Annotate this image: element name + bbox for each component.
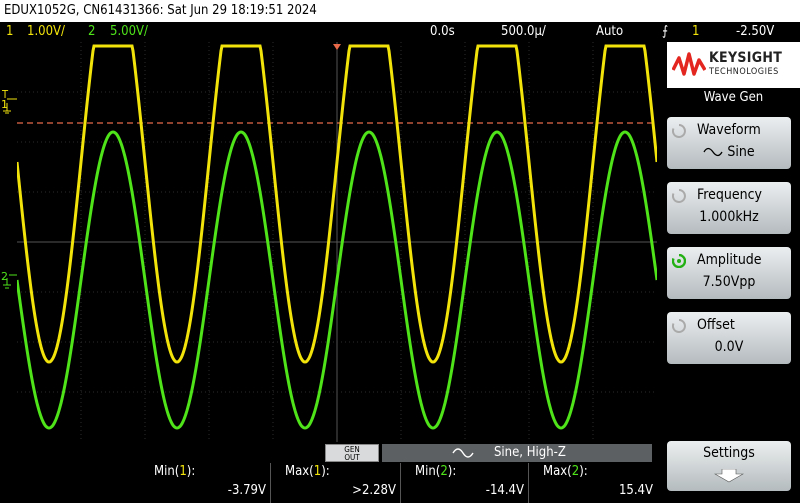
waveform-label: Waveform — [697, 122, 761, 138]
brand-logo: KEYSIGHT TECHNOLOGIES — [667, 42, 800, 88]
measurement-label: Max(1): — [285, 464, 330, 479]
waveform-display[interactable] — [17, 42, 657, 442]
measurement-value: -14.4V — [485, 483, 524, 498]
trigger-mode[interactable]: Auto — [596, 22, 623, 42]
arrow-down-icon — [714, 469, 744, 483]
keysight-logo-icon — [672, 52, 706, 76]
trigger-source[interactable]: 1 — [692, 22, 699, 42]
measurement-min2[interactable]: Min(2): -14.4V — [400, 463, 528, 503]
wavegen-info: Sine, High-Z — [382, 444, 652, 462]
time-scale[interactable]: 500.0µ/ — [501, 22, 546, 42]
knob-inactive-icon — [672, 319, 686, 333]
sine-wave-icon — [703, 147, 723, 157]
measurements-bar: Min(1): -3.79V Max(1): >2.28V Min(2): -1… — [0, 463, 657, 503]
offset-softkey[interactable]: Offset 0.0V — [667, 312, 791, 364]
ch2-number[interactable]: 2 — [88, 22, 95, 42]
knob-active-icon — [672, 254, 686, 268]
ch2-marker-icon: 2 — [1, 270, 17, 289]
waveform-softkey[interactable]: Waveform Sine — [667, 117, 791, 169]
trigger-level[interactable]: -2.50V — [736, 22, 774, 42]
settings-softkey[interactable]: Settings — [667, 441, 791, 491]
measurement-value: >2.28V — [352, 483, 396, 498]
frequency-softkey[interactable]: Frequency 1.000kHz — [667, 182, 791, 234]
ch1-number[interactable]: 1 — [6, 22, 13, 42]
offset-value: 0.0V — [714, 339, 744, 355]
knob-inactive-icon — [672, 189, 686, 203]
amplitude-value: 7.50Vpp — [702, 274, 756, 290]
measurement-max1[interactable]: Max(1): >2.28V — [270, 463, 400, 503]
settings-label: Settings — [703, 445, 755, 461]
ch2-scale[interactable]: 5.00V/ — [110, 22, 148, 42]
menu-title: Wave Gen — [703, 90, 764, 105]
measurement-max2[interactable]: Max(2): 15.4V — [528, 463, 657, 503]
ch1-scale[interactable]: 1.00V/ — [27, 22, 65, 42]
brand-sub: TECHNOLOGIES — [709, 67, 779, 77]
ch2-ground-marker[interactable]: 2 — [1, 270, 17, 290]
window-title: EDUX1052G, CN61431366: Sat Jun 29 18:19:… — [0, 0, 800, 22]
measurement-value: 15.4V — [618, 483, 653, 498]
status-bar: 1 1.00V/ 2 5.00V/ 0.0s 500.0µ/ Auto ⨍ 1 … — [0, 22, 800, 42]
waveform-value: Sine — [667, 144, 791, 160]
amplitude-label: Amplitude — [697, 252, 762, 268]
measurement-label: Min(2): — [415, 464, 457, 479]
frequency-value: 1.000kHz — [699, 209, 759, 225]
amplitude-softkey[interactable]: Amplitude 7.50Vpp — [667, 247, 791, 299]
measurement-label: Min(1): — [154, 464, 196, 479]
ch1-marker-icon: 1 — [1, 98, 17, 114]
trigger-edge-icon: ⨍ — [662, 24, 669, 39]
sine-wave-icon — [452, 448, 474, 458]
knob-inactive-icon — [672, 124, 686, 138]
measurement-min1[interactable]: Min(1): -3.79V — [140, 463, 270, 503]
frequency-label: Frequency — [697, 187, 762, 203]
measurement-label: Max(2): — [543, 464, 588, 479]
wavegen-info-text: Sine, High-Z — [494, 445, 566, 460]
measurement-value: -3.79V — [227, 483, 266, 498]
gen-out-badge: GEN OUT — [325, 444, 379, 462]
offset-label: Offset — [697, 317, 735, 333]
time-delay[interactable]: 0.0s — [430, 22, 455, 42]
ch1-ground-marker[interactable]: 1 — [1, 96, 17, 114]
brand-name: KEYSIGHT — [709, 50, 783, 66]
